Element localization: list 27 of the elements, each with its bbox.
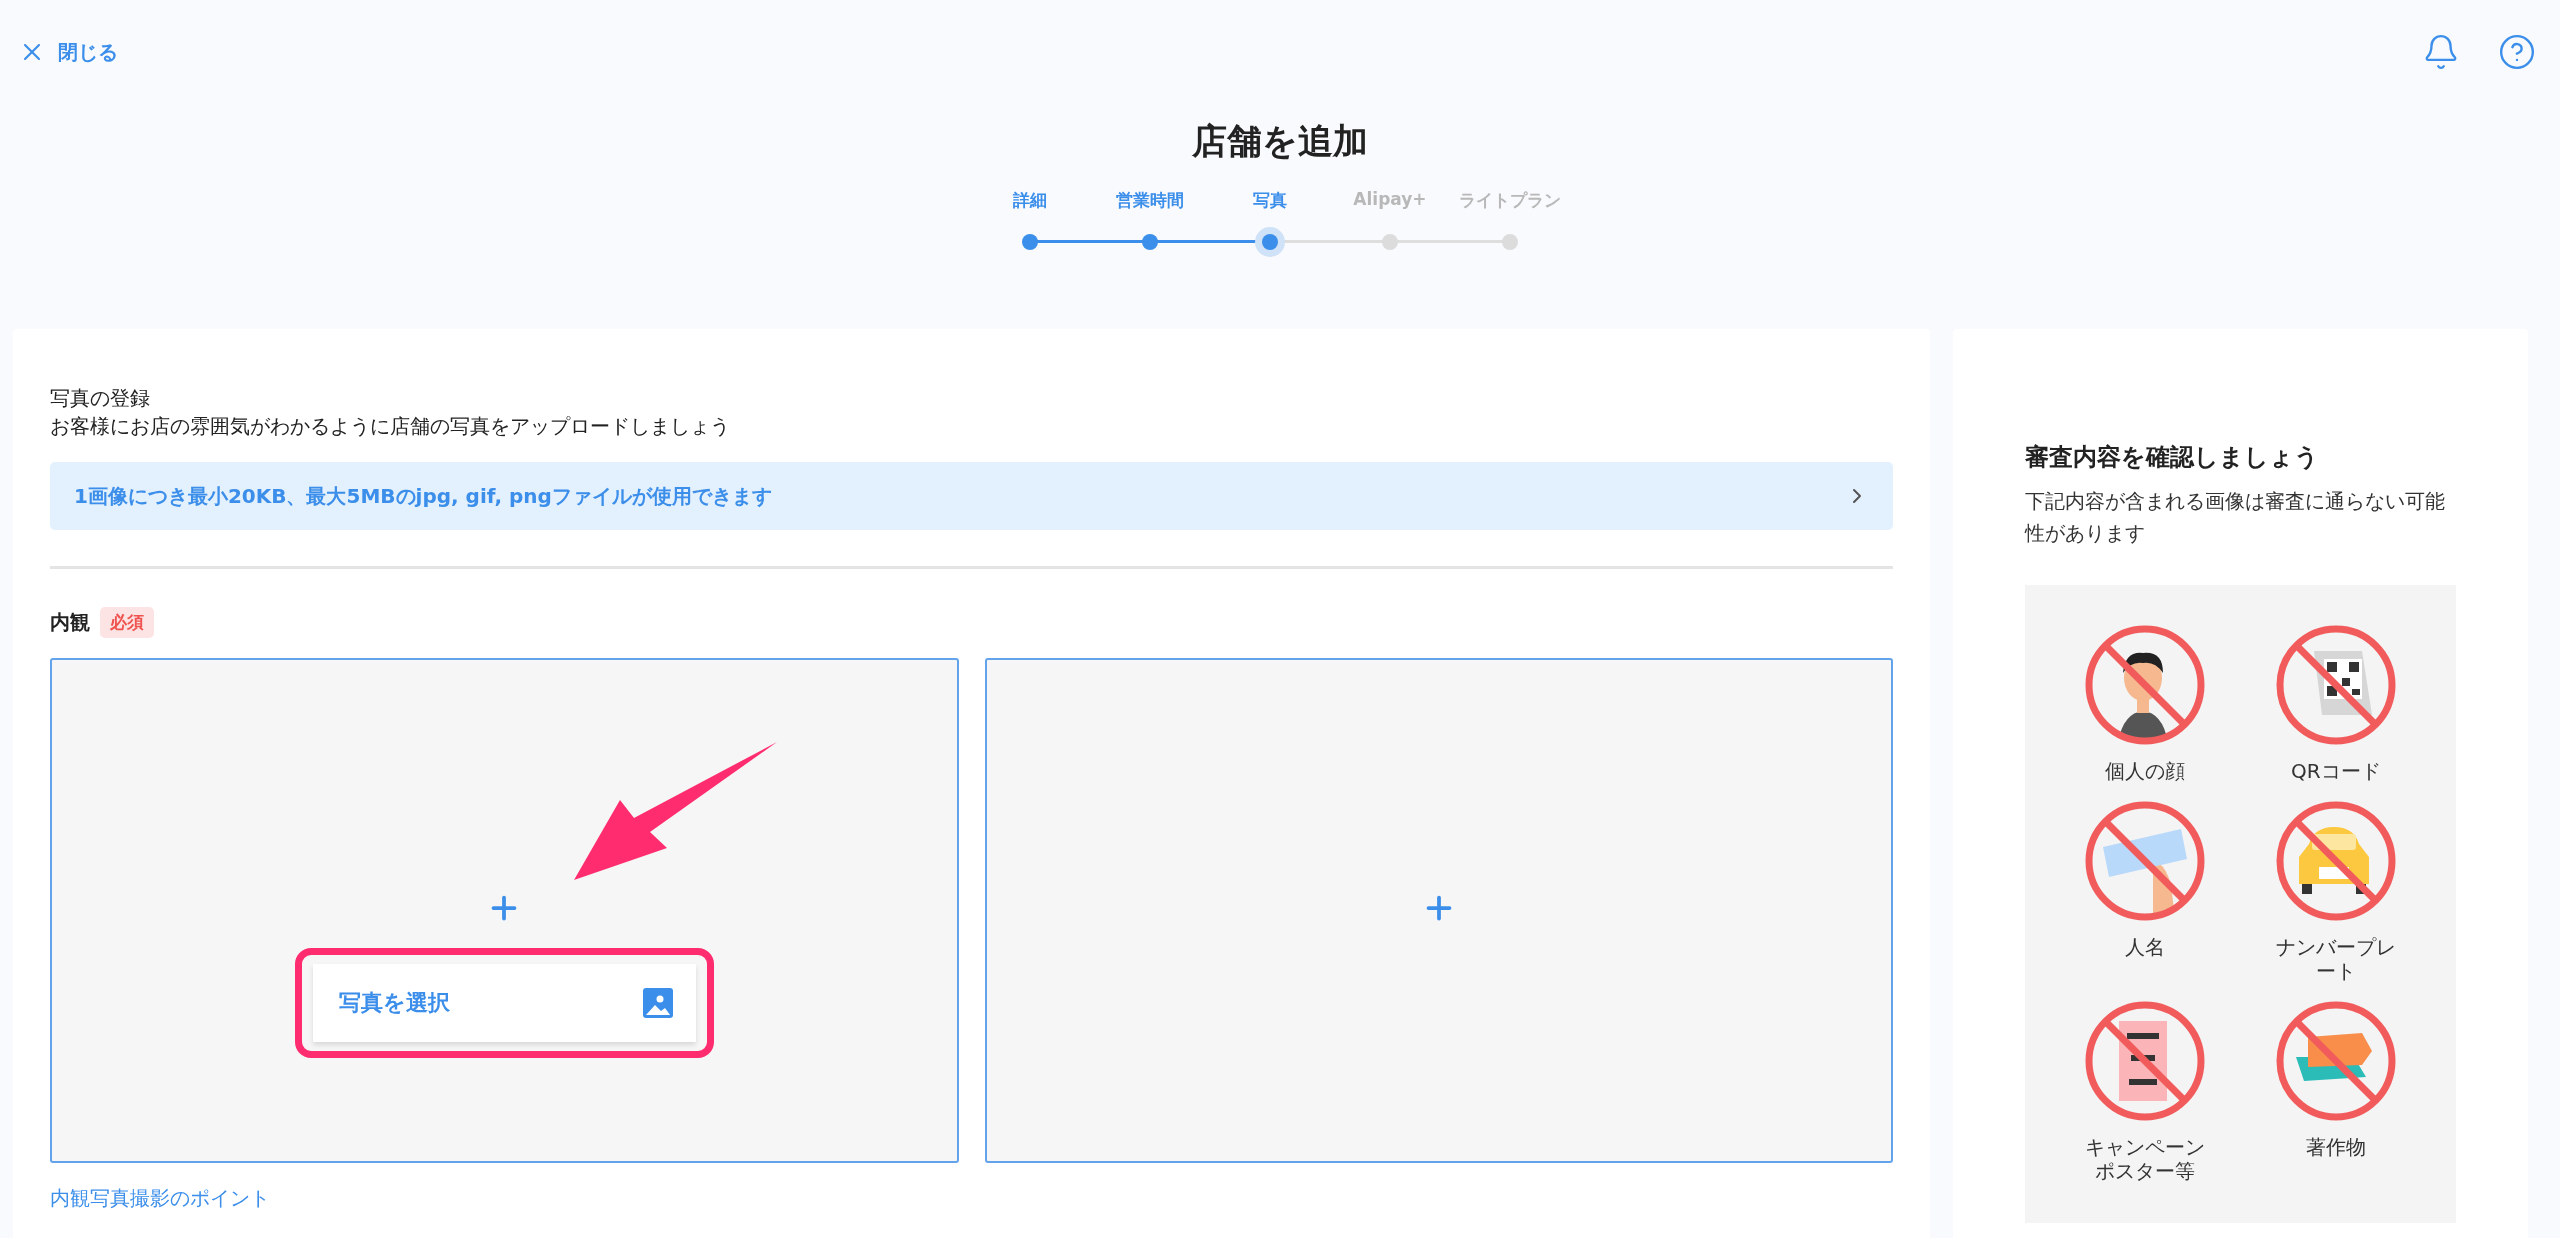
image-icon <box>641 987 674 1019</box>
example-label: 著作物 <box>2304 1135 2367 1159</box>
info-text: 1画像につき最小20KB、最大5MBのjpg, gif, pngファイルが使用できます <box>74 482 772 510</box>
example-label: ナンバープレート <box>2274 935 2397 983</box>
step-label: ライトプラン <box>1459 189 1561 212</box>
page-title: 店舗を追加 <box>1191 120 1369 163</box>
step-label: 写真 <box>1253 189 1287 212</box>
example-label: 個人の顔 <box>2104 759 2187 783</box>
field-label: 内観 <box>50 609 90 636</box>
close-button[interactable]: 閉じる <box>18 38 118 66</box>
example-label: QRコード <box>2289 759 2382 783</box>
help-icon <box>2498 33 2536 71</box>
section-description: お客様にお店の雰囲気がわかるように店舗の写真をアップロードしましょう <box>50 413 731 440</box>
photo-upload-area[interactable]: 写真を選択 <box>50 658 959 1163</box>
step-label: Alipay+ <box>1353 189 1427 211</box>
section-heading: 写真の登録 <box>50 385 151 412</box>
step-label: 営業時間 <box>1116 189 1184 212</box>
help-button[interactable] <box>2498 33 2536 71</box>
example-label: 人名 <box>2124 935 2167 959</box>
example-label: キャンペーンポスター等 <box>2084 1135 2207 1183</box>
review-description: 下記内容が含まれる画像は審査に通らない可能性があります <box>2025 488 2446 547</box>
step-label: 詳細 <box>1013 189 1047 212</box>
tips-link[interactable]: 内観写真撮影のポイント <box>50 1185 270 1212</box>
required-badge: 必須 <box>100 607 154 638</box>
select-photo-button[interactable]: 写真を選択 <box>312 964 696 1042</box>
info-banner[interactable]: 1画像につき最小20KB、最大5MBのjpg, gif, pngファイルが使用できます <box>50 462 1893 530</box>
review-title: 審査内容を確認しましょう <box>2025 442 2320 473</box>
